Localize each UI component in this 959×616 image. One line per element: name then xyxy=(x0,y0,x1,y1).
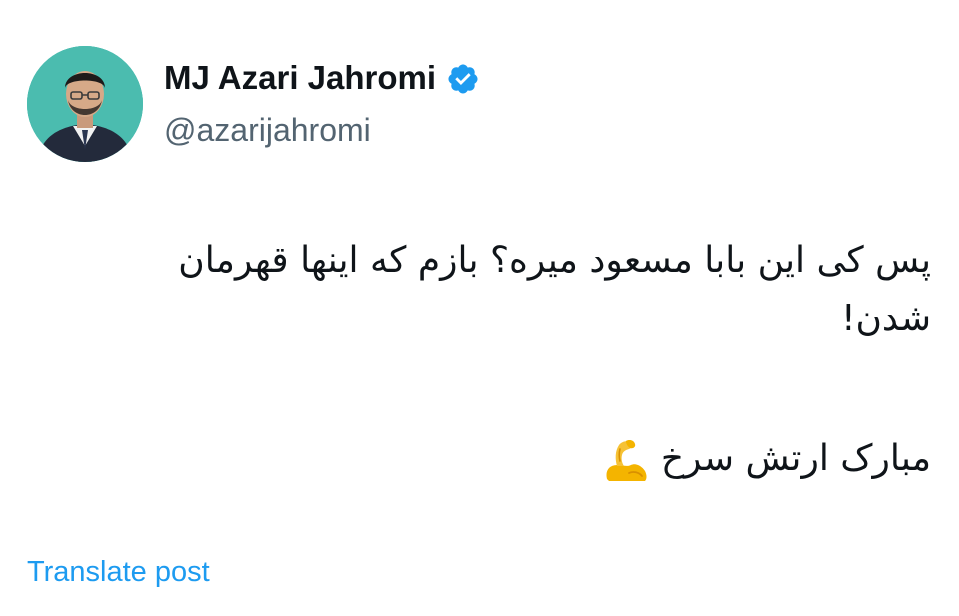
translate-post-link[interactable]: Translate post xyxy=(27,552,210,592)
author-name-row: MJ Azari Jahromi xyxy=(164,56,480,100)
author-handle[interactable]: @azarijahromi xyxy=(164,108,371,152)
post-line: شدن! xyxy=(841,298,931,339)
post-line-with-emoji: مبارک ارتش سرخ xyxy=(71,430,931,488)
verified-badge-icon[interactable] xyxy=(446,62,480,96)
post-text: پس کی این بابا مسعود میره؟ بازم که اینها… xyxy=(71,232,931,488)
author-display-name[interactable]: MJ Azari Jahromi xyxy=(164,56,436,100)
post-line: مبارک ارتش سرخ xyxy=(660,438,931,479)
avatar[interactable] xyxy=(27,46,143,162)
flexed-biceps-icon xyxy=(601,435,651,485)
avatar-image xyxy=(27,46,143,162)
post-line: پس کی این بابا مسعود میره؟ بازم که اینها… xyxy=(178,240,931,281)
